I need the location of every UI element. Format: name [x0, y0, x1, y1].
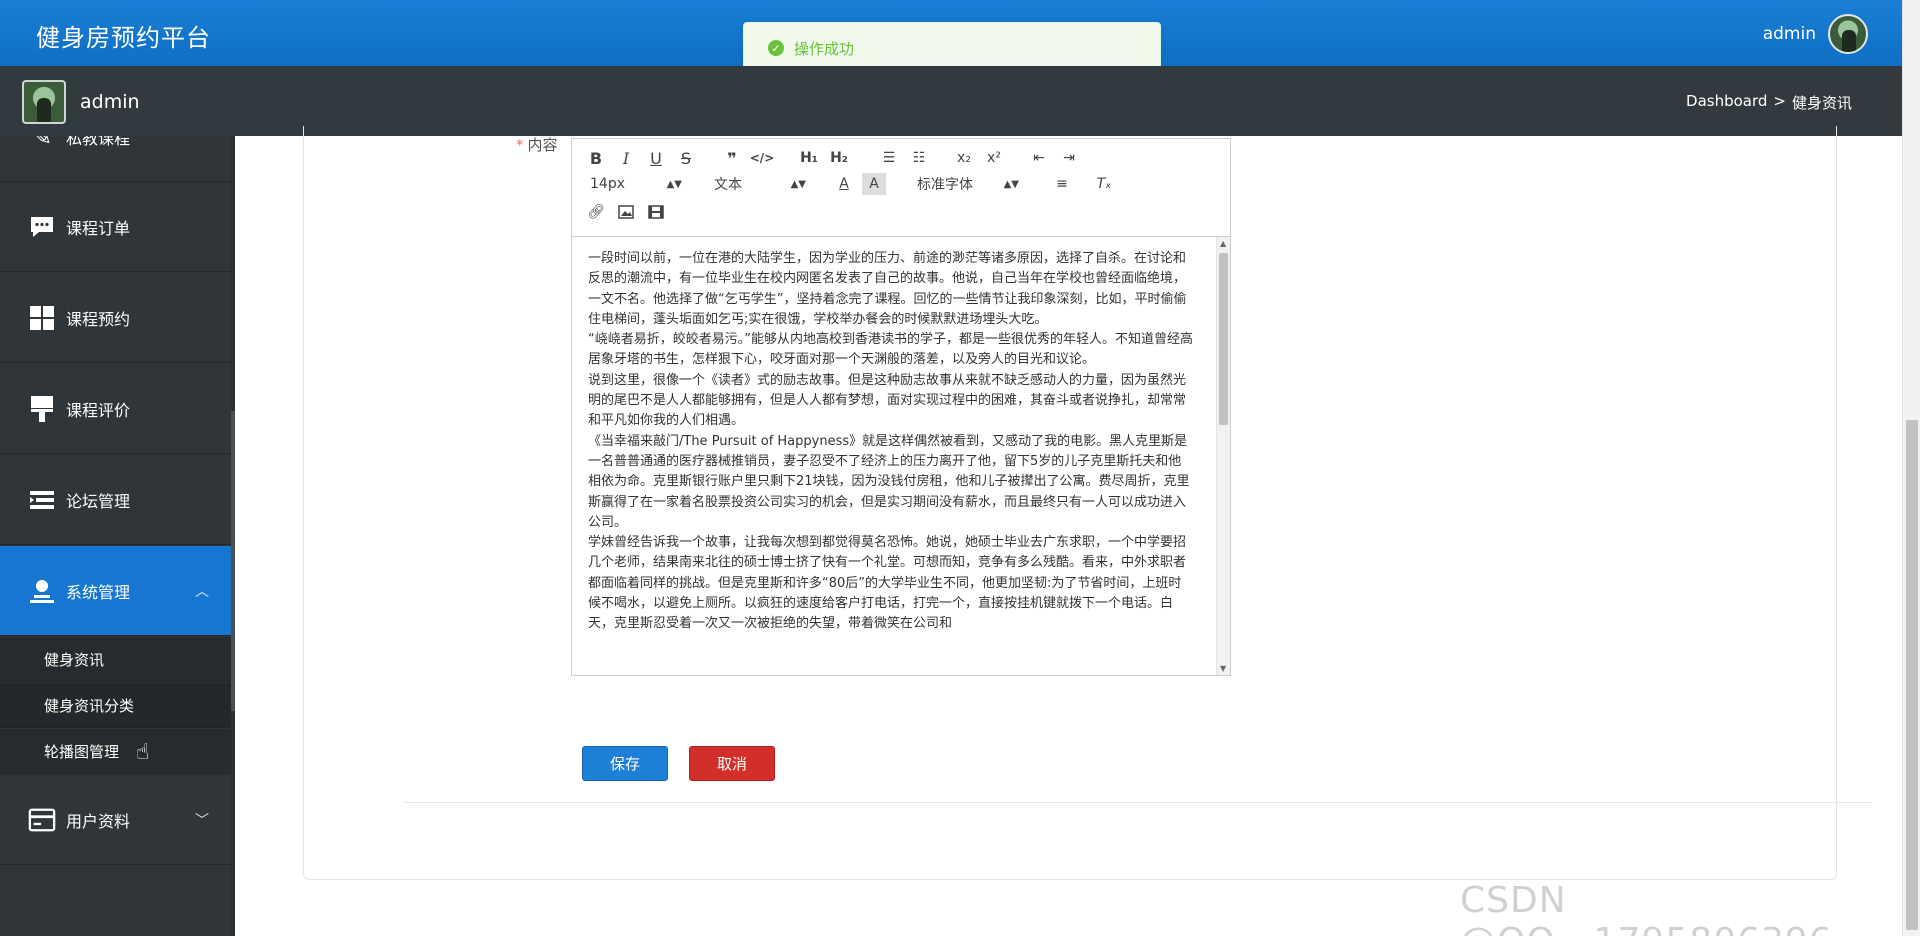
- content-paragraph: 说到这里，很像一个《读者》式的励志故事。但是这种励志故事从来就不缺乏感动人的力量…: [588, 372, 1187, 429]
- sidebar-subitem-label: 健身资讯: [44, 650, 105, 669]
- sidebar-item-system[interactable]: 系统管理 ︿: [0, 546, 231, 636]
- select-arrow-icon: ▲▼: [666, 178, 682, 190]
- sidebar-subitem-news-category[interactable]: 健身资讯分类: [0, 683, 231, 728]
- subscript-icon[interactable]: x₂: [952, 147, 976, 169]
- bullet-list-icon[interactable]: ☷: [907, 147, 931, 169]
- indent-icon[interactable]: ⇥: [1057, 147, 1081, 169]
- sidebar-item-private-course[interactable]: ✎ 私教课程: [0, 136, 231, 182]
- chevron-up-icon: ︿: [195, 583, 209, 600]
- editor-content[interactable]: 一段时间以前，一位在港的大陆学生，因为学业的压力、前途的渺茫等诸多原因，选择了自…: [572, 237, 1230, 675]
- sidebar-username: admin: [80, 91, 140, 113]
- brush-icon: [28, 395, 56, 423]
- form-panel: * 内容 B I U S ❞ </> H₁ H₂ ☰ ☷ x₂ x² ⇤ ⇥ 14…: [303, 126, 1872, 880]
- superscript-icon[interactable]: x²: [982, 147, 1006, 169]
- main-content: * 内容 B I U S ❞ </> H₁ H₂ ☰ ☷ x₂ x² ⇤ ⇥ 14…: [235, 126, 1902, 936]
- save-button[interactable]: 保存: [582, 746, 668, 781]
- select-arrow-icon: ▲▼: [790, 178, 806, 190]
- block-type-value: 文本: [714, 177, 742, 193]
- image-icon[interactable]: [614, 201, 638, 223]
- chat-icon: [28, 213, 56, 241]
- pointer-cursor-icon: ☝: [136, 740, 150, 765]
- editor-scroll-thumb[interactable]: [1219, 253, 1228, 425]
- sidebar-item-label: 系统管理: [66, 582, 131, 602]
- chevron-down-icon: ﹀: [195, 812, 209, 829]
- scroll-up-icon[interactable]: ▲: [1220, 239, 1226, 248]
- app-title: 健身房预约平台: [36, 24, 211, 52]
- sidebar-subitem-fitness-news[interactable]: 健身资讯: [0, 637, 231, 682]
- toast-message: 操作成功: [794, 39, 855, 58]
- font-color-icon[interactable]: A: [832, 173, 856, 195]
- divider: [404, 802, 1872, 803]
- sidebar-subitem-label: 健身资讯分类: [44, 696, 135, 715]
- sidebar-item-course-orders[interactable]: 课程订单: [0, 182, 231, 272]
- required-mark: *: [516, 136, 524, 154]
- sidebar-user: admin: [22, 80, 140, 124]
- sidebar-item-label: 课程订单: [66, 218, 131, 238]
- content-paragraph: 学妹曾经告诉我一个故事，让我每次想到都觉得莫名恐怖。她说，她硕士毕业去广东求职，…: [588, 535, 1187, 632]
- watermark: CSDN @QQ__1795806396: [1460, 880, 1832, 936]
- ordered-list-icon[interactable]: ☰: [877, 147, 901, 169]
- scroll-down-icon[interactable]: ▼: [1220, 664, 1226, 673]
- sidebar: ✎ 私教课程 课程订单 课程预约 课程评价 论坛管理 系统管理 ︿ 健身资讯 健…: [0, 136, 235, 936]
- content-paragraph: 一段时间以前，一位在港的大陆学生，因为学业的压力、前途的渺茫等诸多原因，选择了自…: [588, 251, 1187, 327]
- editor-toolbar: B I U S ❞ </> H₁ H₂ ☰ ☷ x₂ x² ⇤ ⇥ 14px ▲▼…: [572, 139, 1230, 237]
- rich-text-editor[interactable]: B I U S ❞ </> H₁ H₂ ☰ ☷ x₂ x² ⇤ ⇥ 14px ▲▼…: [571, 138, 1231, 676]
- clear-format-icon[interactable]: Tₓ: [1092, 173, 1116, 195]
- blockquote-icon[interactable]: ❞: [720, 147, 744, 169]
- underline-icon[interactable]: U: [644, 147, 668, 169]
- heading1-icon[interactable]: H₁: [797, 147, 821, 169]
- content-label: * 内容: [516, 134, 558, 155]
- outdent-icon[interactable]: ⇤: [1027, 147, 1051, 169]
- bold-icon[interactable]: B: [584, 147, 608, 169]
- content-paragraph: 《当幸福来敲门/The Pursuit of Happyness》就是这样偶然被…: [588, 433, 1190, 530]
- card-icon: [28, 806, 56, 834]
- breadcrumb-separator: >: [1773, 92, 1786, 110]
- grid-icon: [28, 304, 56, 332]
- font-size-select[interactable]: 14px ▲▼: [590, 173, 682, 195]
- sidebar-item-label: 用户资料: [66, 811, 131, 831]
- video-icon[interactable]: [644, 201, 668, 223]
- sidebar-item-label: 课程评价: [66, 400, 131, 420]
- sidebar-item-label: 私教课程: [66, 136, 131, 148]
- block-type-select[interactable]: 文本 ▲▼: [714, 173, 806, 195]
- check-circle-icon: ✓: [768, 40, 784, 56]
- sidebar-item-user-profile[interactable]: 用户资料 ﹀: [0, 775, 231, 865]
- user-avatar: [22, 80, 66, 124]
- editor-scrollbar[interactable]: ▲ ▼: [1216, 237, 1230, 675]
- list-icon: [28, 486, 56, 514]
- breadcrumb: Dashboard > 健身资讯: [1686, 92, 1852, 113]
- page-scroll-thumb[interactable]: [1906, 420, 1918, 930]
- cancel-button[interactable]: 取消: [689, 746, 775, 781]
- link-icon[interactable]: 🔗︎: [584, 201, 608, 223]
- italic-icon[interactable]: I: [614, 147, 638, 169]
- page-scrollbar[interactable]: [1902, 0, 1920, 936]
- user-icon: [28, 577, 56, 605]
- font-family-value: 标准字体: [917, 177, 973, 193]
- top-user-menu[interactable]: admin: [1763, 14, 1868, 54]
- sidebar-subitem-label: 轮播图管理: [44, 742, 120, 761]
- strikethrough-icon[interactable]: S: [674, 147, 698, 169]
- heading2-icon[interactable]: H₂: [827, 147, 851, 169]
- font-family-select[interactable]: 标准字体 ▲▼: [917, 173, 1019, 195]
- content-paragraph: “峣峣者易折，皎皎者易污。”能够从内地高校到香港读书的学子，都是一些很优秀的年轻…: [588, 332, 1193, 368]
- background-color-icon[interactable]: A: [862, 173, 886, 195]
- edit-icon: ✎: [31, 136, 53, 151]
- align-icon[interactable]: ≡: [1050, 173, 1074, 195]
- font-size-value: 14px: [590, 176, 625, 192]
- content-label-text: 内容: [527, 136, 558, 154]
- breadcrumb-dashboard[interactable]: Dashboard: [1686, 92, 1767, 113]
- avatar[interactable]: [1828, 14, 1868, 54]
- select-arrow-icon: ▲▼: [1003, 178, 1019, 190]
- code-icon[interactable]: </>: [750, 147, 775, 169]
- sidebar-item-course-review[interactable]: 课程评价: [0, 364, 231, 454]
- top-username[interactable]: admin: [1763, 24, 1816, 44]
- sidebar-item-forum[interactable]: 论坛管理: [0, 455, 231, 545]
- sidebar-subitem-carousel[interactable]: 轮播图管理: [0, 729, 231, 774]
- sidebar-item-course-booking[interactable]: 课程预约: [0, 273, 231, 363]
- sidebar-item-label: 课程预约: [66, 309, 131, 329]
- breadcrumb-current: 健身资讯: [1791, 94, 1852, 112]
- sidebar-item-label: 论坛管理: [66, 491, 131, 511]
